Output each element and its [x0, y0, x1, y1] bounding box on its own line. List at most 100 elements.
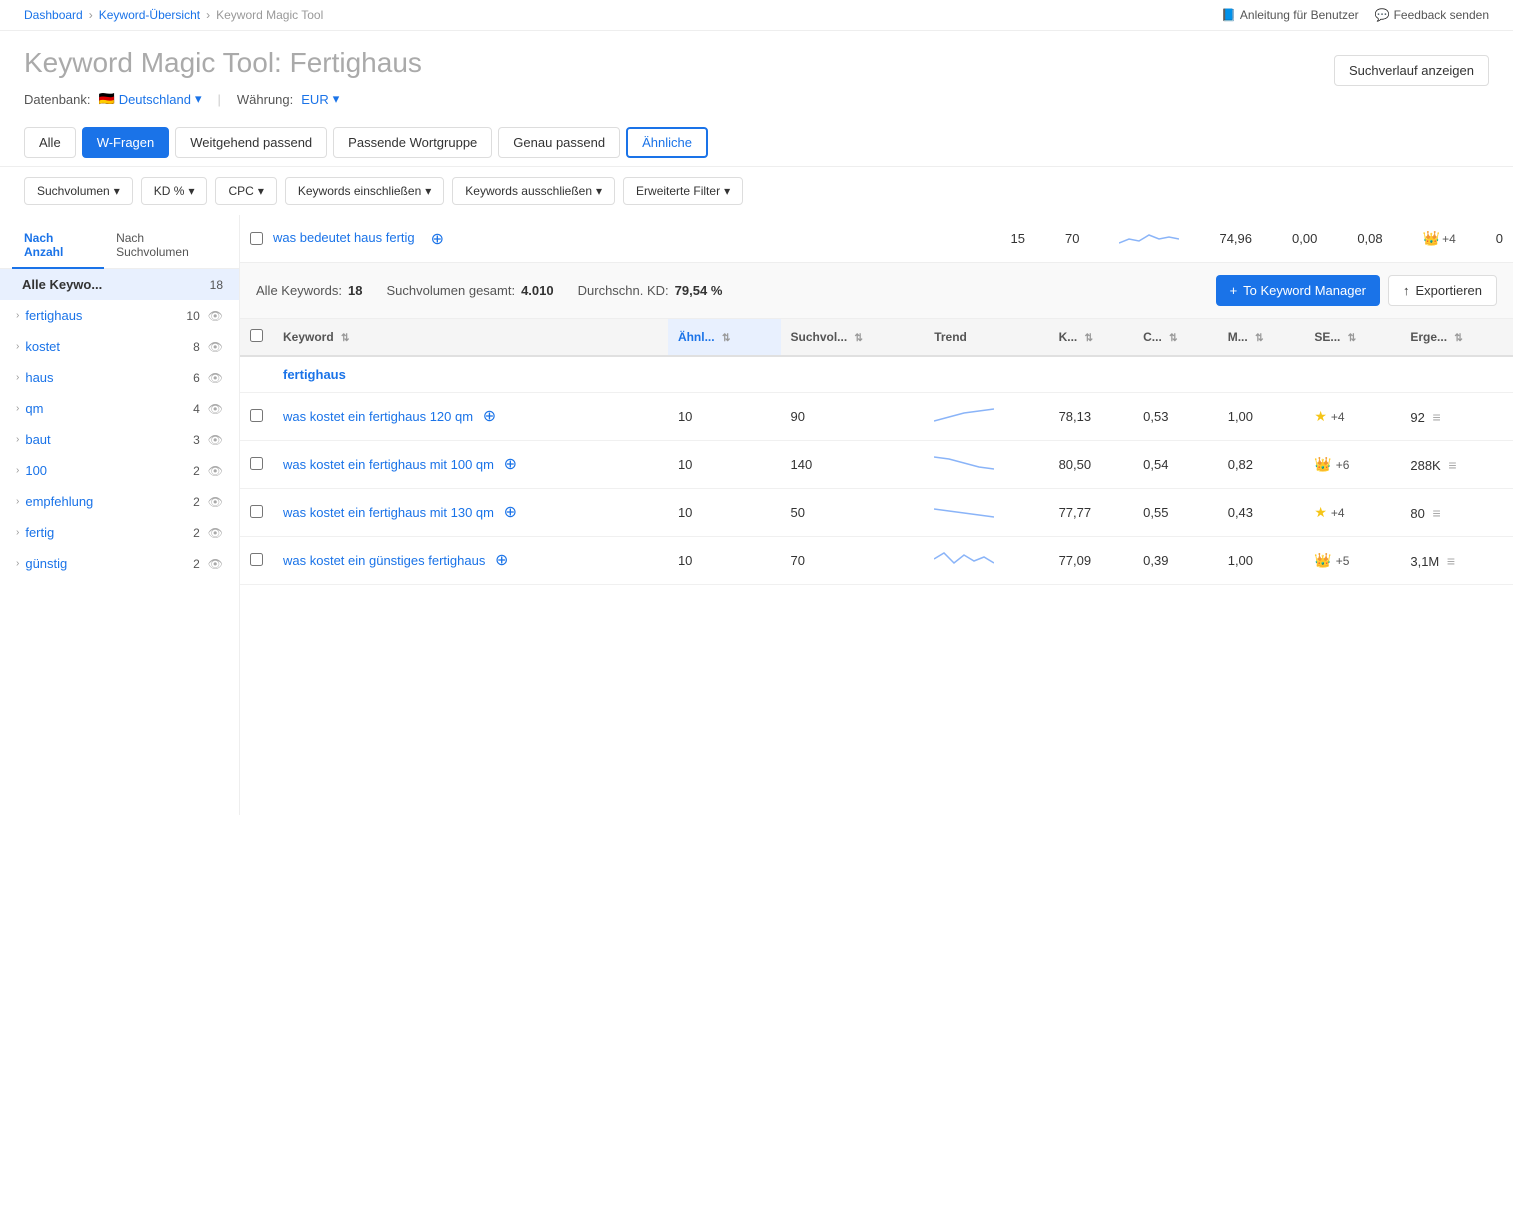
- row-aehnl: 10: [668, 537, 781, 585]
- row-c: 0,39: [1133, 537, 1218, 585]
- sidebar-item-kostet[interactable]: › kostet 8 👁: [0, 331, 239, 362]
- sidebar-item-empfehlung[interactable]: › empfehlung 2 👁: [0, 486, 239, 517]
- sort-m-icon[interactable]: ⇅: [1255, 333, 1263, 344]
- filter-suchvolumen[interactable]: Suchvolumen ▾: [24, 177, 133, 205]
- keyword-manager-button[interactable]: + To Keyword Manager: [1216, 275, 1380, 306]
- th-keyword: Keyword ⇅: [273, 319, 668, 356]
- chevron-down-icon: ▾: [195, 91, 202, 107]
- row-trend: [924, 393, 1048, 441]
- guide-link[interactable]: 📘 Anleitung für Benutzer: [1221, 8, 1359, 22]
- eye-icon[interactable]: 👁: [208, 309, 223, 323]
- sort-k-icon[interactable]: ⇅: [1085, 333, 1093, 344]
- row-suchvol: 50: [781, 489, 925, 537]
- select-all-checkbox[interactable]: [250, 329, 263, 342]
- eye-icon[interactable]: 👁: [208, 340, 223, 354]
- sidebar-item-fertig[interactable]: › fertig 2 👁: [0, 517, 239, 548]
- preview-erge: 0: [1496, 231, 1503, 246]
- eye-icon[interactable]: 👁: [208, 557, 223, 571]
- keyword-tabs: Alle W-Fragen Weitgehend passend Passend…: [0, 119, 1513, 167]
- export-button[interactable]: ↑ Exportieren: [1388, 275, 1497, 306]
- eye-icon[interactable]: 👁: [208, 526, 223, 540]
- breadcrumb-keyword-overview[interactable]: Keyword-Übersicht: [99, 8, 200, 22]
- row-m: 1,00: [1218, 393, 1305, 441]
- main-header: Keyword Magic Tool: Fertighaus Suchverla…: [0, 31, 1513, 91]
- row-checkbox-input[interactable]: [250, 409, 263, 422]
- preview-row-checkbox[interactable]: [250, 232, 263, 245]
- add-keyword-button[interactable]: ⊕: [483, 406, 496, 426]
- tab-alle[interactable]: Alle: [24, 127, 76, 158]
- chevron-right-icon: ›: [16, 341, 19, 352]
- star-icon: ★: [1314, 408, 1327, 425]
- chevron-right-icon: ›: [16, 496, 19, 507]
- sidebar-tab-count[interactable]: Nach Anzahl: [12, 223, 104, 269]
- add-keyword-button[interactable]: ⊕: [495, 550, 508, 570]
- eye-icon[interactable]: 👁: [208, 371, 223, 385]
- filter-keywords-include[interactable]: Keywords einschließen ▾: [285, 177, 444, 205]
- eye-icon[interactable]: 👁: [208, 495, 223, 509]
- breadcrumb-dashboard[interactable]: Dashboard: [24, 8, 83, 22]
- feedback-link[interactable]: 💬 Feedback senden: [1375, 8, 1489, 22]
- preview-row: was bedeutet haus fertig ⊕ 15 70 74,96 0…: [240, 215, 1513, 263]
- sort-keyword-icon[interactable]: ⇅: [341, 333, 349, 344]
- sidebar-item-fertighaus[interactable]: › fertighaus 10 👁: [0, 300, 239, 331]
- star-icon: ★: [1314, 504, 1327, 521]
- row-checkbox-input[interactable]: [250, 553, 263, 566]
- sidebar-item-baut[interactable]: › baut 3 👁: [0, 424, 239, 455]
- table: Keyword ⇅ Ähnl... ⇅ Suchvol... ⇅ Trend: [240, 319, 1513, 585]
- search-history-button[interactable]: Suchverlauf anzeigen: [1334, 55, 1489, 86]
- flag-icon: 🇩🇪: [99, 91, 115, 107]
- database-selector[interactable]: 🇩🇪 Deutschland ▾: [99, 91, 202, 107]
- content-area: Nach Anzahl Nach Suchvolumen Alle Keywo.…: [0, 215, 1513, 815]
- tab-aehnliche[interactable]: Ähnliche: [626, 127, 708, 158]
- sidebar-item-all[interactable]: Alle Keywo... 18: [0, 269, 239, 300]
- results-icon[interactable]: ≡: [1432, 505, 1440, 521]
- results-icon[interactable]: ≡: [1447, 553, 1455, 569]
- chevron-down-icon: ▾: [333, 91, 340, 107]
- sidebar-item-100[interactable]: › 100 2 👁: [0, 455, 239, 486]
- filters-row: Suchvolumen ▾ KD % ▾ CPC ▾ Keywords eins…: [0, 167, 1513, 215]
- th-trend: Trend: [924, 319, 1048, 356]
- row-se: 👑 +5: [1304, 537, 1400, 585]
- sort-c-icon[interactable]: ⇅: [1169, 333, 1177, 344]
- tab-passende[interactable]: Passende Wortgruppe: [333, 127, 492, 158]
- row-trend: [924, 537, 1048, 585]
- currency-selector[interactable]: EUR ▾: [301, 91, 339, 107]
- table-header: Keyword ⇅ Ähnl... ⇅ Suchvol... ⇅ Trend: [240, 319, 1513, 356]
- filter-cpc[interactable]: CPC ▾: [215, 177, 276, 205]
- chevron-down-icon: ▾: [596, 184, 602, 198]
- eye-icon[interactable]: 👁: [208, 402, 223, 416]
- row-checkbox-input[interactable]: [250, 457, 263, 470]
- sidebar-tab-volume[interactable]: Nach Suchvolumen: [104, 223, 227, 269]
- preview-suchvol: 70: [1065, 231, 1079, 246]
- preview-keyword[interactable]: was bedeutet haus fertig: [273, 229, 415, 247]
- results-icon[interactable]: ≡: [1432, 409, 1440, 425]
- tab-genau[interactable]: Genau passend: [498, 127, 620, 158]
- book-icon: 📘: [1221, 8, 1236, 22]
- tab-weitgehend[interactable]: Weitgehend passend: [175, 127, 327, 158]
- breadcrumb: Dashboard › Keyword-Übersicht › Keyword …: [24, 8, 323, 22]
- sidebar-item-haus[interactable]: › haus 6 👁: [0, 362, 239, 393]
- add-keyword-button[interactable]: ⊕: [431, 229, 444, 249]
- sort-aehnl-icon[interactable]: ⇅: [722, 333, 730, 344]
- sidebar: Nach Anzahl Nach Suchvolumen Alle Keywo.…: [0, 215, 240, 815]
- eye-icon[interactable]: 👁: [208, 464, 223, 478]
- add-keyword-button[interactable]: ⊕: [504, 502, 517, 522]
- th-m: M... ⇅: [1218, 319, 1305, 356]
- row-checkbox-input[interactable]: [250, 505, 263, 518]
- row-suchvol: 90: [781, 393, 925, 441]
- row-checkbox: [240, 489, 273, 537]
- sort-erge-icon[interactable]: ⇅: [1454, 333, 1462, 344]
- sort-se-icon[interactable]: ⇅: [1348, 333, 1356, 344]
- add-keyword-button[interactable]: ⊕: [504, 454, 517, 474]
- filter-keywords-exclude[interactable]: Keywords ausschließen ▾: [452, 177, 615, 205]
- sidebar-item-qm[interactable]: › qm 4 👁: [0, 393, 239, 424]
- filter-advanced[interactable]: Erweiterte Filter ▾: [623, 177, 743, 205]
- sidebar-item-guenstig[interactable]: › günstig 2 👁: [0, 548, 239, 579]
- export-icon: ↑: [1403, 283, 1410, 298]
- results-icon[interactable]: ≡: [1448, 457, 1456, 473]
- sort-suchvol-icon[interactable]: ⇅: [855, 333, 863, 344]
- tab-w-fragen[interactable]: W-Fragen: [82, 127, 170, 158]
- eye-icon[interactable]: 👁: [208, 433, 223, 447]
- row-c: 0,54: [1133, 441, 1218, 489]
- filter-kd[interactable]: KD % ▾: [141, 177, 208, 205]
